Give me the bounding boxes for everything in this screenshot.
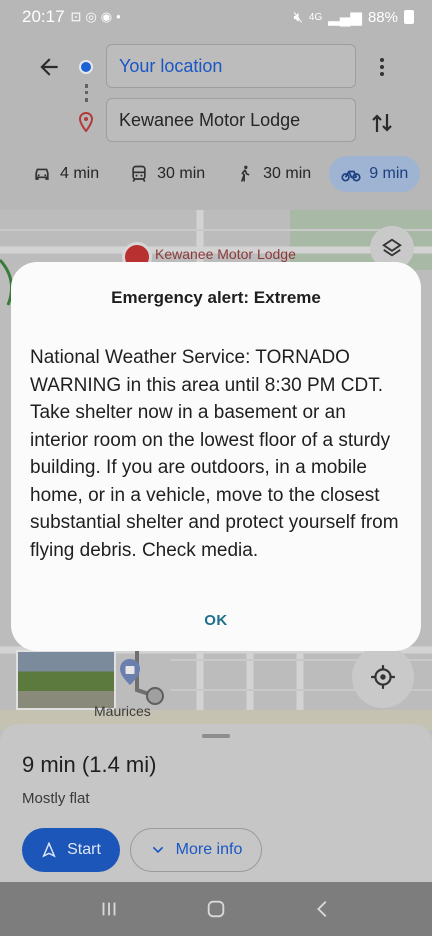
map-poi-label[interactable]: Maurices [94,703,151,719]
route-summary-sheet[interactable]: 9 min (1.4 mi) Mostly flat Start More in… [0,724,432,882]
my-location-button[interactable] [352,646,414,708]
transit-icon [132,165,146,182]
car-icon [35,168,49,180]
route-duration: 9 min (1.4 mi) [22,752,157,777]
layers-icon [382,238,402,257]
emergency-alert-dialog: Emergency alert: Extreme National Weathe… [11,262,421,651]
mute-icon: 🔇︎ [293,8,303,26]
more-options-icon[interactable] [374,56,390,78]
mode-walk[interactable]: 30 min [223,156,323,192]
chevron-down-icon [152,846,163,854]
mode-bike-label: 9 min [369,165,409,182]
dot-icon: • [116,9,121,24]
start-button[interactable]: Start [22,828,120,872]
travel-modes: 4 min 30 min 30 min 9 min [22,156,426,192]
destination-field[interactable]: Kewanee Motor Lodge [106,98,356,142]
origin-field[interactable]: Your location [106,44,356,88]
drag-handle[interactable] [202,734,230,738]
navigation-arrow-icon [42,842,56,858]
home-icon[interactable] [205,898,227,920]
record-icon: ◎ [85,9,97,24]
more-info-button[interactable]: More info [130,828,262,872]
swap-icon[interactable] [370,110,394,136]
mode-transit[interactable]: 30 min [117,156,217,192]
status-bar: 20:17 ⊡ ◎ ◉ • 🔇︎ 4G ▂▄▆ 88% [0,0,432,34]
mode-drive[interactable]: 4 min [22,156,111,192]
start-button-label: Start [67,841,101,858]
walk-icon [241,165,250,182]
alert-ok-button[interactable]: OK [185,612,247,638]
directions-panel: Your location Kewanee Motor Lodge 4 min … [0,34,432,210]
route-connector [85,84,88,102]
route-terrain: Mostly flat [22,790,90,807]
destination-pin-icon [78,112,94,132]
map-destination-label[interactable]: Kewanee Motor Lodge [155,246,296,262]
bike-icon [341,170,361,182]
battery-percent: 88% [367,8,398,26]
mode-bike[interactable]: 9 min [329,156,421,192]
mode-walk-label: 30 min [263,165,312,182]
recent-apps-icon[interactable] [98,898,120,920]
alert-title: Emergency alert: Extreme [111,288,321,307]
mode-transit-label: 30 min [157,165,206,182]
notification-icons: ⊡ ◎ ◉ • [71,9,121,25]
status-right: 🔇︎ 4G ▂▄▆ 88% [293,8,414,26]
more-info-label: More info [175,841,243,858]
sync-icon: ◉ [100,9,113,24]
battery-icon [404,10,414,24]
mode-drive-label: 4 min [60,165,100,182]
shopping-pin-icon[interactable] [118,658,142,686]
origin-dot-icon [79,60,93,74]
alert-body: National Weather Service: TORNADO WARNIN… [30,347,399,561]
status-time: 20:17 [22,7,65,26]
back-icon[interactable] [312,898,334,920]
crosshair-icon [371,665,395,689]
network-type: 4G [308,11,323,23]
street-view-thumbnail[interactable] [16,650,116,710]
signal-icon: ▂▄▆ [328,9,362,26]
screen-icon: ⊡ [70,9,82,24]
system-navigation-bar [0,882,432,936]
back-arrow-icon[interactable] [36,54,62,80]
